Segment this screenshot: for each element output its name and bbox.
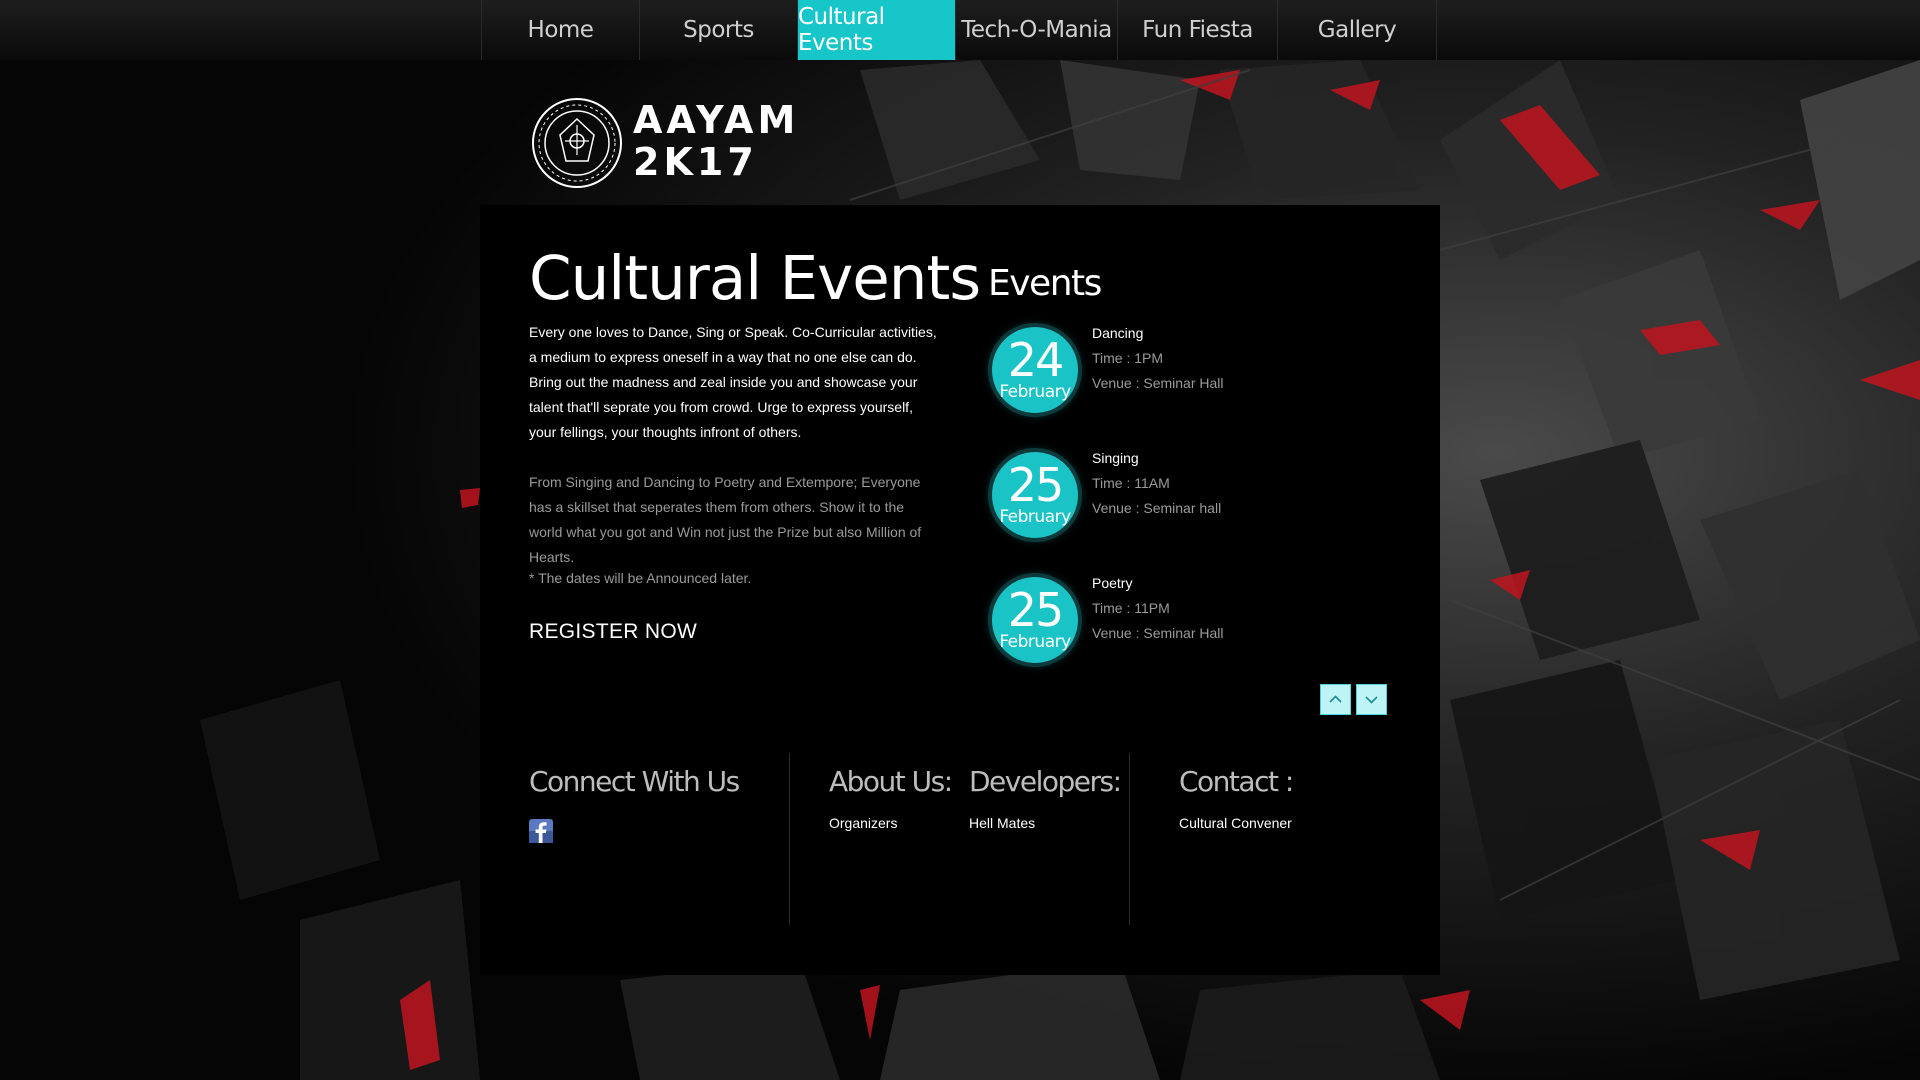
- page-title: Cultural Events: [529, 243, 981, 314]
- footer-divider: [789, 753, 790, 925]
- scroll-up-button[interactable]: [1320, 684, 1351, 715]
- event-venue: Venue : Seminar Hall: [1092, 375, 1224, 391]
- event-item[interactable]: 25 February Poetry Time : 11PM Venue : S…: [992, 575, 1412, 675]
- date-badge: 24 February: [992, 327, 1078, 413]
- nav-item-fun-fiesta[interactable]: Fun Fiesta: [1118, 0, 1278, 60]
- dates-note: * The dates will be Announced later.: [529, 570, 752, 586]
- logo-line-2: 2K17: [633, 140, 758, 184]
- events-heading: Events: [988, 263, 1102, 304]
- event-item[interactable]: 25 February Singing Time : 11AM Venue : …: [992, 450, 1412, 550]
- intro-paragraph-secondary: From Singing and Dancing to Poetry and E…: [529, 474, 922, 565]
- nav-item-home[interactable]: Home: [482, 0, 640, 60]
- top-navigation: Home Sports Cultural Events Tech-O-Mania…: [0, 0, 1920, 60]
- cultural-convener-link[interactable]: Cultural Convener: [1179, 815, 1292, 831]
- event-day: 24: [1007, 333, 1065, 387]
- event-name: Singing: [1092, 450, 1139, 466]
- register-now-link[interactable]: REGISTER NOW: [529, 620, 697, 644]
- date-badge: 25 February: [992, 577, 1078, 663]
- event-time: Time : 11PM: [1092, 600, 1170, 616]
- date-badge: 25 February: [992, 452, 1078, 538]
- organizers-link[interactable]: Organizers: [829, 815, 897, 831]
- event-month: February: [999, 382, 1071, 402]
- scroll-down-button[interactable]: [1356, 684, 1387, 715]
- developers-heading: Developers:: [969, 765, 1122, 798]
- facebook-icon[interactable]: [529, 819, 553, 843]
- nav-menu: Home Sports Cultural Events Tech-O-Mania…: [481, 0, 1437, 60]
- event-day: 25: [1007, 583, 1065, 637]
- event-venue: Venue : Seminar hall: [1092, 500, 1222, 516]
- content-panel: Cultural Events Every one loves to Dance…: [480, 205, 1440, 975]
- event-day: 25: [1007, 458, 1065, 512]
- event-time: Time : 1PM: [1092, 350, 1164, 366]
- footer-divider: [1129, 753, 1130, 925]
- nav-item-tech-o-mania[interactable]: Tech-O-Mania: [956, 0, 1118, 60]
- nav-item-sports[interactable]: Sports: [640, 0, 798, 60]
- connect-heading: Connect With Us: [529, 765, 740, 798]
- about-heading: About Us:: [829, 765, 953, 798]
- event-month: February: [999, 632, 1071, 652]
- intro-paragraph: Every one loves to Dance, Sing or Speak.…: [529, 324, 937, 440]
- site-logo[interactable]: AAYAM 2K17: [530, 95, 810, 195]
- nav-item-gallery[interactable]: Gallery: [1278, 0, 1437, 60]
- chevron-up-icon: [1329, 695, 1342, 703]
- event-name: Poetry: [1092, 575, 1133, 591]
- college-emblem-icon: [532, 98, 622, 188]
- contact-heading: Contact :: [1179, 765, 1294, 798]
- logo-wordmark: AAYAM 2K17: [633, 99, 799, 183]
- event-time: Time : 11AM: [1092, 475, 1170, 491]
- nav-item-cultural-events[interactable]: Cultural Events: [798, 0, 956, 60]
- event-item[interactable]: 24 February Dancing Time : 1PM Venue : S…: [992, 325, 1412, 425]
- event-name: Dancing: [1092, 325, 1144, 341]
- chevron-down-icon: [1365, 696, 1378, 704]
- event-month: February: [999, 507, 1071, 527]
- logo-line-1: AAYAM: [633, 98, 800, 142]
- event-venue: Venue : Seminar Hall: [1092, 625, 1224, 641]
- developers-link[interactable]: Hell Mates: [969, 815, 1035, 831]
